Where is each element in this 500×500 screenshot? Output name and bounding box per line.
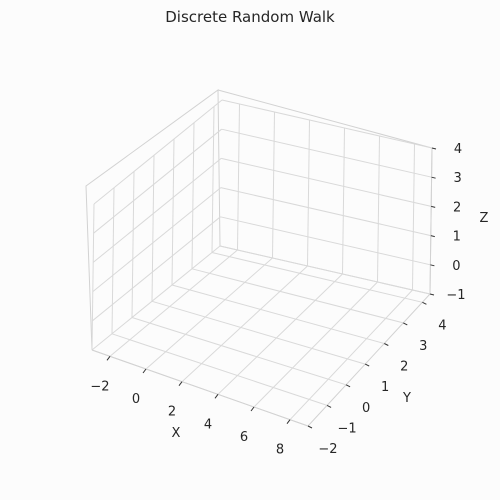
x-tick-label: −2 (90, 379, 109, 394)
z-axis-line (429, 147, 433, 295)
z-back-gridline (220, 187, 431, 237)
y-tick-label: 0 (362, 401, 370, 416)
y-tick-mark (364, 363, 370, 367)
z-left-gridline (91, 245, 221, 351)
z-tick-label: 0 (452, 259, 460, 274)
z-left-gridline (92, 216, 221, 322)
chart: Discrete Random Walk −202468 −2−101234−10… (85, 8, 489, 458)
y-floor-gridline (191, 268, 404, 324)
y-tick-label: −2 (318, 442, 337, 457)
x-floor-gridline (217, 273, 343, 395)
z-tick-mark (430, 235, 435, 238)
x-tick-label: 4 (204, 417, 212, 432)
z-tick-label: 4 (454, 142, 462, 157)
x-wall-gridline (342, 127, 345, 275)
y-tick-mark (345, 384, 351, 388)
x-floor-gridline (181, 265, 308, 383)
x-axis-label: X (172, 426, 181, 441)
y-tick-label: 4 (438, 318, 446, 333)
z-tick-label: 3 (453, 171, 461, 186)
z-tick-mark (431, 176, 436, 179)
x-wall-gridline (272, 111, 275, 259)
x-tick-label: 8 (276, 443, 284, 458)
z-tick-label: 1 (453, 230, 461, 245)
y-wall-gridline (131, 171, 135, 318)
x-floor-gridline (145, 257, 273, 370)
y-wall-gridline (211, 106, 215, 253)
y-wall-gridline (151, 155, 155, 302)
y-wall-gridline (111, 187, 115, 334)
x-wall-gridline (377, 135, 380, 283)
x-tick-mark (106, 355, 111, 361)
grid-lines (91, 99, 433, 427)
z-tick-label: 2 (453, 200, 461, 215)
x-wall-gridline (237, 103, 240, 251)
axis-ticks: −202468 −2−101234−101234 (90, 142, 465, 458)
z-tick-mark (431, 147, 437, 150)
x-wall-gridline (307, 119, 310, 267)
x-tick-mark (286, 419, 291, 425)
z-left-gridline (93, 128, 222, 234)
z-tick-mark (429, 293, 435, 296)
z-left-gridline (93, 99, 223, 205)
x-tick-label: 0 (132, 392, 140, 407)
y-tick-mark (422, 301, 427, 305)
z-left-gridline (92, 187, 222, 292)
chart-title: Discrete Random Walk (165, 8, 335, 26)
x-tick-mark (214, 393, 219, 399)
z-tick-label: −1 (446, 288, 465, 303)
y-tick-label: 2 (400, 360, 408, 375)
z-back-gridline (221, 157, 432, 207)
right-pane-edge (217, 89, 433, 295)
y-floor-gridline (211, 252, 423, 303)
x-wall-gridline (412, 143, 415, 291)
z-back-gridline (221, 99, 433, 149)
y-tick-label: 3 (419, 339, 427, 354)
z-left-gridline (92, 158, 222, 263)
x-tick-label: 2 (168, 405, 176, 420)
x-tick-mark (142, 368, 147, 374)
z-axis-label: Z (480, 211, 489, 226)
y-tick-label: −1 (338, 421, 357, 436)
y-floor-gridline (171, 284, 385, 344)
y-wall-gridline (91, 203, 95, 351)
y-wall-gridline (171, 138, 175, 286)
y-tick-mark (307, 425, 313, 429)
z-tick-mark (430, 264, 435, 267)
y-tick-mark (326, 404, 332, 408)
y-wall-gridline (191, 122, 195, 269)
x-tick-mark (250, 406, 255, 412)
z-tick-mark (431, 205, 436, 208)
x-tick-mark (178, 381, 183, 387)
x-floor-gridline (109, 249, 238, 357)
y-axis-label: Y (402, 391, 411, 406)
z-back-gridline (221, 128, 432, 178)
y-tick-mark (384, 343, 389, 346)
y-tick-label: 1 (381, 380, 389, 395)
y-tick-mark (403, 322, 408, 326)
x-tick-label: 6 (240, 430, 248, 445)
z-back-gridline (220, 216, 431, 266)
z-back-gridline (219, 245, 431, 295)
